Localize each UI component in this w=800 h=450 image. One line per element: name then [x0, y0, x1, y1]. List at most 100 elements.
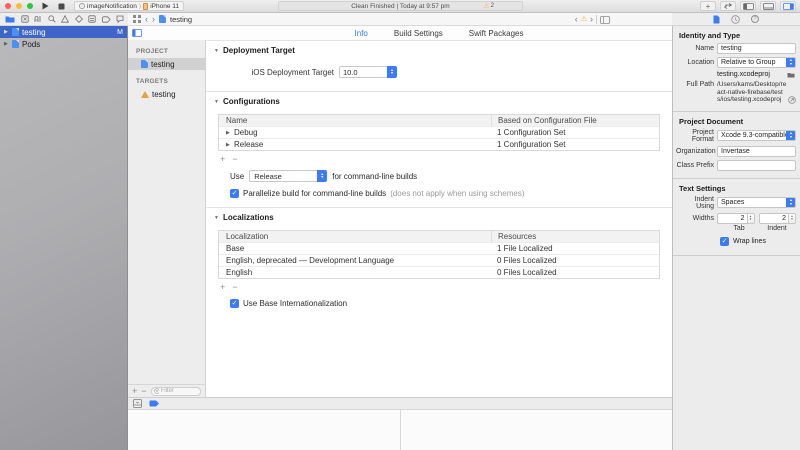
table-row-base[interactable]: Base 1 File Localized	[219, 242, 659, 254]
remove-target-button[interactable]: −	[141, 387, 146, 396]
variables-view[interactable]	[128, 410, 400, 450]
table-row-english[interactable]: English 0 Files Localized	[219, 266, 659, 278]
indent-width-stepper[interactable]: 2 ▲▼	[759, 213, 797, 224]
remove-localization-button[interactable]: −	[232, 283, 237, 292]
console-output[interactable]	[400, 410, 672, 450]
section-title: Identity and Type	[679, 31, 796, 40]
table-row-english-deprecated[interactable]: English, deprecated — Development Langua…	[219, 254, 659, 266]
tab-width-stepper[interactable]: 2 ▲▼	[717, 213, 755, 224]
disclosure-triangle-icon[interactable]: ▶	[4, 41, 9, 47]
tab-test-navigator[interactable]	[75, 15, 83, 23]
base-internationalization-checkbox[interactable]: ✓	[230, 299, 239, 308]
sidebar-item-project-testing[interactable]: testing	[128, 58, 205, 70]
wrap-lines-checkbox[interactable]: ✓	[720, 237, 729, 246]
disclosure-triangle-icon[interactable]: ▶	[4, 29, 9, 35]
zoom-button[interactable]	[27, 3, 33, 9]
ios-deployment-target-combobox[interactable]: 10.0 ▲▼	[339, 66, 397, 78]
choose-location-folder-icon[interactable]	[787, 72, 795, 78]
stop-button[interactable]	[58, 3, 65, 10]
related-items-icon[interactable]	[133, 15, 141, 23]
sidebar-item-target-testing[interactable]: testing	[128, 88, 205, 100]
name-field[interactable]: testing	[717, 43, 796, 54]
indent-using-popup[interactable]: Spaces ▲▼	[717, 197, 796, 208]
toggle-navigator-button[interactable]	[740, 1, 756, 11]
filter-input[interactable]	[161, 388, 198, 394]
tab-history-inspector[interactable]	[731, 15, 740, 24]
disclosure-triangle-icon[interactable]: ▼	[214, 99, 219, 105]
column-header-resources: Resources	[491, 231, 659, 242]
add-localization-button[interactable]: +	[220, 283, 225, 292]
disclosure-triangle-icon[interactable]: ▶	[226, 142, 231, 148]
jump-bar-file-label[interactable]: testing	[170, 15, 192, 24]
forward-button[interactable]: ›	[152, 15, 155, 24]
editor-arrows-button[interactable]	[720, 1, 736, 11]
parallelize-checkbox[interactable]: ✓	[230, 189, 239, 198]
issue-warning-icon[interactable]: ⚠	[581, 16, 587, 23]
parallelize-build-row: ✓ Parallelize build for command-line bui…	[230, 189, 672, 198]
popup-arrows-icon: ▲▼	[786, 130, 796, 141]
info-pane-content: ▼ Deployment Target iOS Deployment Targe…	[206, 40, 672, 397]
next-issue-button[interactable]: ›	[590, 15, 593, 24]
scheme-selector[interactable]: i imageNotification ⟩ iPhone 11	[74, 1, 184, 11]
divider	[596, 15, 597, 24]
tab-report-navigator[interactable]	[116, 15, 124, 23]
sidebar-filter-field[interactable]	[151, 387, 201, 396]
minimize-button[interactable]	[16, 3, 22, 9]
toggle-debug-area-button[interactable]	[760, 1, 776, 11]
disclosure-triangle-icon[interactable]: ▼	[214, 48, 219, 54]
tab-symbol-navigator[interactable]	[34, 15, 42, 23]
scheme-device-label: iPhone 11	[150, 3, 179, 10]
tab-project-navigator[interactable]	[5, 15, 15, 23]
add-editor-button[interactable]: +	[700, 1, 716, 11]
stepper-icon[interactable]: ▲▼	[789, 213, 796, 224]
app-target-icon	[141, 91, 149, 98]
tab-info[interactable]: Info	[355, 29, 368, 38]
previous-issue-button[interactable]: ‹	[575, 15, 578, 24]
tab-breakpoint-navigator[interactable]	[102, 16, 111, 23]
tab-find-navigator[interactable]	[48, 15, 56, 23]
tab-quick-help-inspector[interactable]: ?	[751, 15, 759, 23]
tab-swift-packages[interactable]: Swift Packages	[469, 29, 524, 38]
add-target-button[interactable]: +	[132, 387, 137, 396]
section-header[interactable]: ▼ Localizations	[206, 208, 672, 226]
remove-configuration-button[interactable]: −	[232, 155, 237, 164]
organization-field[interactable]: Invertase	[717, 146, 796, 157]
navigator-row-pods[interactable]: ▶ Pods	[0, 38, 127, 50]
add-configuration-button[interactable]: +	[220, 155, 225, 164]
hide-debug-area-icon[interactable]	[133, 399, 142, 408]
parallelize-note: (does not apply when using schemes)	[390, 189, 524, 198]
tab-issue-navigator[interactable]	[61, 15, 69, 23]
location-popup[interactable]: Relative to Group ▲▼	[717, 57, 796, 68]
table-row-release[interactable]: ▶ Release 1 Configuration Set	[219, 138, 659, 150]
popup-value: Spaces	[721, 199, 744, 206]
project-format-popup[interactable]: Xcode 9.3-compatible ▲▼	[717, 130, 796, 141]
command-line-builds-row: Use Release ▲▼ for command-line builds	[230, 170, 672, 182]
modified-badge: M	[117, 29, 123, 36]
tab-file-inspector[interactable]	[713, 15, 720, 24]
disclosure-triangle-icon[interactable]: ▶	[226, 130, 231, 136]
hide-sidebar-icon[interactable]	[132, 29, 142, 37]
location-label: Location	[676, 59, 717, 66]
stepper-icon[interactable]: ▲▼	[748, 213, 755, 224]
table-row-debug[interactable]: ▶ Debug 1 Configuration Set	[219, 126, 659, 138]
section-header[interactable]: ▼ Configurations	[206, 92, 672, 110]
section-header[interactable]: ▼ Deployment Target	[206, 41, 672, 59]
warning-count-badge[interactable]: ⚠ 2	[483, 3, 494, 10]
reveal-in-finder-button[interactable]	[788, 96, 796, 104]
class-prefix-field[interactable]	[717, 160, 796, 171]
close-button[interactable]	[5, 3, 11, 9]
editor-options-icon[interactable]	[600, 16, 610, 24]
tab-build-settings[interactable]: Build Settings	[394, 29, 443, 38]
tab-source-control-navigator[interactable]	[21, 15, 29, 23]
disclosure-triangle-icon[interactable]: ▼	[214, 215, 219, 221]
command-line-configuration-popup[interactable]: Release ▲▼	[249, 170, 327, 182]
back-button[interactable]: ‹	[145, 15, 148, 24]
indent-width-value[interactable]: 2	[759, 213, 790, 224]
breakpoints-toggle-icon[interactable]	[149, 400, 160, 407]
tab-width-value[interactable]: 2	[717, 213, 748, 224]
navigator-row-testing[interactable]: ▶ testing M	[0, 26, 127, 38]
run-button[interactable]	[42, 2, 49, 10]
text-settings-section: Text Settings Indent Using Spaces ▲▼ Wid…	[673, 179, 800, 256]
toggle-inspector-button[interactable]	[780, 1, 796, 11]
tab-debug-navigator[interactable]	[88, 15, 96, 23]
